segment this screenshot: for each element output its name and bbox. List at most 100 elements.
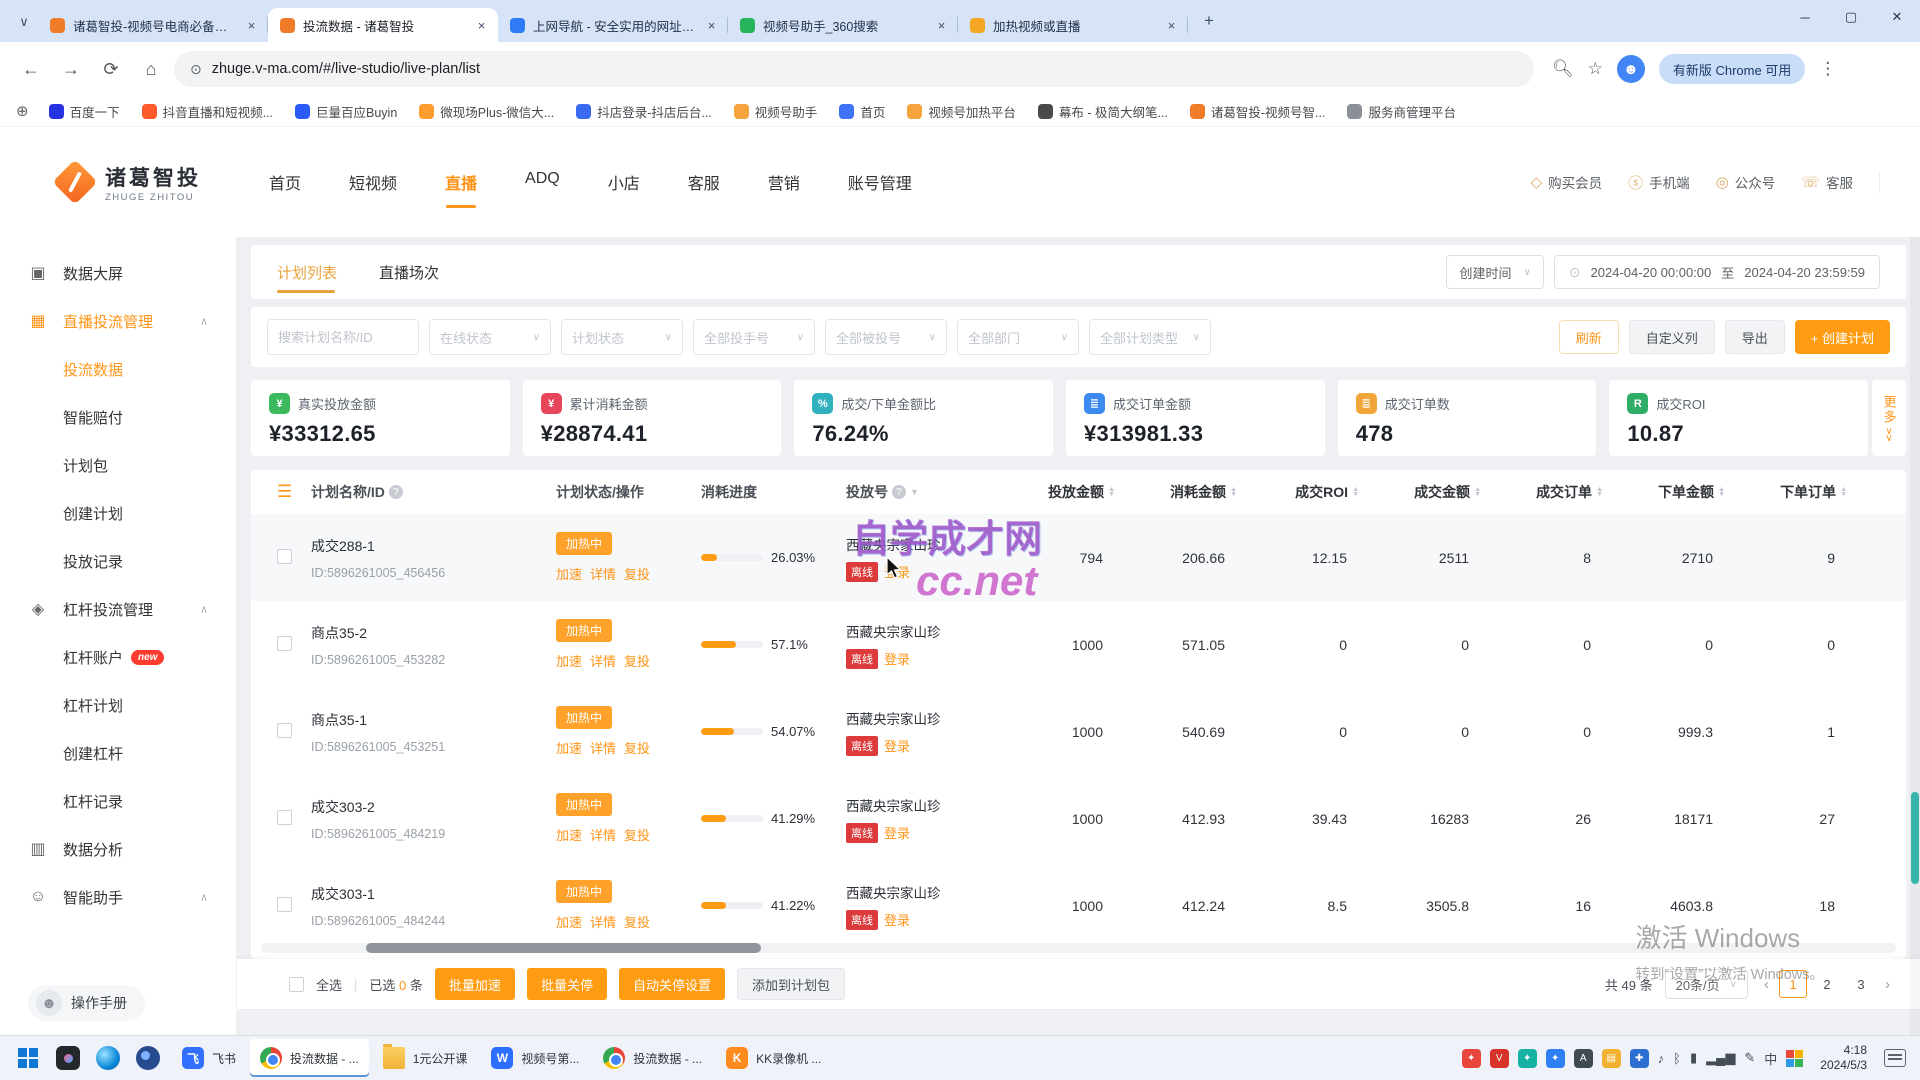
browser-tab[interactable]: 投流数据 - 诸葛智投 × <box>268 8 498 42</box>
tray-icon[interactable]: ♪ <box>1658 1049 1665 1068</box>
filter-dropdown[interactable]: 计划状态 ∨ <box>561 319 683 355</box>
bookmark-item[interactable]: 幕布 - 极简大纲笔... <box>1038 102 1168 121</box>
detail-link[interactable]: 详情 <box>590 564 616 583</box>
bookmark-item[interactable]: 诸葛智投-视频号智... <box>1190 102 1326 121</box>
taskbar-clock[interactable]: 4:18 2024/5/3 <box>1820 1043 1867 1073</box>
vertical-scrollbar[interactable] <box>1910 237 1920 1035</box>
help-icon[interactable]: ? <box>892 485 906 499</box>
taskbar-app[interactable]: 1元公开课 <box>373 1039 478 1077</box>
table-row[interactable]: 成交288-1 ID:5896261005_456456 加热中 加速 详情 复… <box>251 514 1906 601</box>
col-header-metric[interactable]: 下单RO ▲▼ <box>1865 482 1906 502</box>
col-header-metric[interactable]: 成交金额 ▲▼ <box>1377 482 1499 502</box>
custom-columns-button[interactable]: 自定义列 <box>1629 320 1715 354</box>
taskbar-app[interactable]: 投流数据 - ... <box>593 1039 712 1077</box>
plan-search-input[interactable] <box>267 319 419 355</box>
tray-icon[interactable]: 中 <box>1764 1049 1777 1068</box>
new-tab-button[interactable]: + <box>1196 8 1222 34</box>
accelerate-link[interactable]: 加速 <box>556 651 582 670</box>
sort-icon[interactable]: ▲▼ <box>1230 487 1237 497</box>
browser-icon[interactable] <box>128 1038 168 1078</box>
notification-icon[interactable] <box>1884 1049 1906 1067</box>
browser-tab[interactable]: 上网导航 - 安全实用的网址导航 × <box>498 8 728 42</box>
sort-select[interactable]: 创建时间 ∨ <box>1446 255 1543 289</box>
taskbar-app[interactable]: 投流数据 - ... <box>250 1039 369 1077</box>
col-header-metric[interactable]: 成交订单 ▲▼ <box>1499 482 1621 502</box>
sort-icon[interactable]: ▲▼ <box>1352 487 1359 497</box>
nav-item[interactable]: 首页 <box>269 148 301 216</box>
bookmark-item[interactable]: 抖音直播和短视频... <box>142 102 273 121</box>
ime-icon[interactable] <box>1786 1050 1803 1067</box>
tab-close-icon[interactable]: × <box>1163 17 1180 34</box>
table-row[interactable]: 成交303-1 ID:5896261005_484244 加热中 加速 详情 复… <box>251 862 1906 949</box>
bookmark-item[interactable]: 百度一下 <box>49 102 120 121</box>
browser-tab[interactable]: 加热视频或直播 × <box>958 8 1188 42</box>
sidebar-item[interactable]: 杠杆计划 <box>0 681 236 729</box>
start-button[interactable] <box>8 1038 48 1078</box>
plan-name[interactable]: 成交303-2 <box>311 797 556 817</box>
table-menu-icon[interactable]: ☰ <box>251 482 311 502</box>
bookmark-item[interactable]: 微现场Plus-微信大... <box>419 102 554 121</box>
accelerate-link[interactable]: 加速 <box>556 912 582 931</box>
sort-icon[interactable]: ▲▼ <box>1596 487 1603 497</box>
window-close-button[interactable]: ✕ <box>1874 0 1920 34</box>
bookmark-item[interactable]: 首页 <box>839 102 885 121</box>
repost-link[interactable]: 复投 <box>624 825 650 844</box>
tray-icon[interactable]: ✦ <box>1518 1049 1537 1068</box>
bookmark-item[interactable]: 抖店登录-抖店后台... <box>576 102 712 121</box>
search-icon[interactable]: 🔍︎ <box>1552 59 1574 79</box>
select-all-checkbox[interactable] <box>289 977 304 992</box>
detail-link[interactable]: 详情 <box>590 738 616 757</box>
tab-close-icon[interactable]: × <box>933 17 950 34</box>
plan-name[interactable]: 商点35-1 <box>311 710 556 730</box>
repost-link[interactable]: 复投 <box>624 912 650 931</box>
bookmark-item[interactable]: 服务商管理平台 <box>1347 102 1456 121</box>
page-number[interactable]: 1 <box>1779 970 1807 998</box>
tray-icon[interactable]: ▤ <box>1602 1049 1621 1068</box>
taskbar-app[interactable]: W 视频号第... <box>481 1039 589 1077</box>
edge-icon[interactable] <box>88 1038 128 1078</box>
select-all-label[interactable]: 全选 <box>316 975 342 994</box>
sidebar-item[interactable]: 创建计划 <box>0 489 236 537</box>
col-header-metric[interactable]: 消耗金额 ▲▼ <box>1133 482 1255 502</box>
row-checkbox[interactable] <box>277 549 292 564</box>
prev-page-icon[interactable]: ‹ <box>1760 976 1773 993</box>
nav-item[interactable]: 账号管理 <box>848 148 912 216</box>
sidebar-item[interactable]: 杠杆记录 <box>0 777 236 825</box>
manual-button[interactable]: ☻ 操作手册 <box>28 985 145 1021</box>
browser-tab[interactable]: 诸葛智投-视频号电商必备工具 × <box>38 8 268 42</box>
date-range-picker[interactable]: ⊙ 2024-04-20 00:00:00 至 2024-04-20 23:59… <box>1554 255 1880 289</box>
repost-link[interactable]: 复投 <box>624 564 650 583</box>
repost-link[interactable]: 复投 <box>624 651 650 670</box>
sort-icon[interactable]: ▲▼ <box>1108 487 1115 497</box>
table-row[interactable]: 商点35-1 ID:5896261005_453251 加热中 加速 详情 复投 <box>251 688 1906 775</box>
sort-icon[interactable]: ▲▼ <box>1840 487 1847 497</box>
plan-name[interactable]: 商点35-2 <box>311 623 556 643</box>
forward-icon[interactable]: → <box>54 52 88 86</box>
col-header-metric[interactable]: 投放金额 ▲▼ <box>1011 482 1133 502</box>
login-link[interactable]: 登录 <box>884 649 910 668</box>
app-logo[interactable]: 诸葛智投 ZHUGE ZHITOU <box>55 162 201 203</box>
tray-icon[interactable]: ᛒ <box>1673 1049 1681 1068</box>
filter-dropdown[interactable]: 全部计划类型 ∨ <box>1089 319 1211 355</box>
accelerate-link[interactable]: 加速 <box>556 564 582 583</box>
sidebar-item[interactable]: ▣ 数据大屏 <box>0 249 236 297</box>
sidebar-item[interactable]: 创建杠杆 <box>0 729 236 777</box>
sort-icon[interactable]: ▲▼ <box>1718 487 1725 497</box>
nav-item[interactable]: 营销 <box>768 148 800 216</box>
detail-link[interactable]: 详情 <box>590 651 616 670</box>
reload-icon[interactable]: ⟳ <box>94 52 128 86</box>
home-icon[interactable]: ⌂ <box>134 52 168 86</box>
export-button[interactable]: 导出 <box>1725 320 1785 354</box>
quick-link[interactable]: ◇ 购买会员 <box>1531 172 1603 192</box>
browser-tab[interactable]: 视频号助手_360搜索 × <box>728 8 958 42</box>
tray-icon[interactable]: ▮ <box>1690 1049 1697 1068</box>
quick-link[interactable]: ◎ 公众号 <box>1716 172 1776 192</box>
plan-name[interactable]: 成交303-1 <box>311 884 556 904</box>
bookmark-item[interactable]: 视频号助手 <box>734 102 818 121</box>
taskbar-app[interactable]: K KK录像机 ... <box>716 1039 831 1077</box>
sidebar-item[interactable]: ☺ 智能助手 ∧ <box>0 873 236 921</box>
col-header-metric[interactable]: 下单金额 ▲▼ <box>1621 482 1743 502</box>
login-link[interactable]: 登录 <box>884 823 910 842</box>
window-maximize-button[interactable]: ▢ <box>1828 0 1874 34</box>
nav-item[interactable]: 直播 <box>445 148 477 216</box>
